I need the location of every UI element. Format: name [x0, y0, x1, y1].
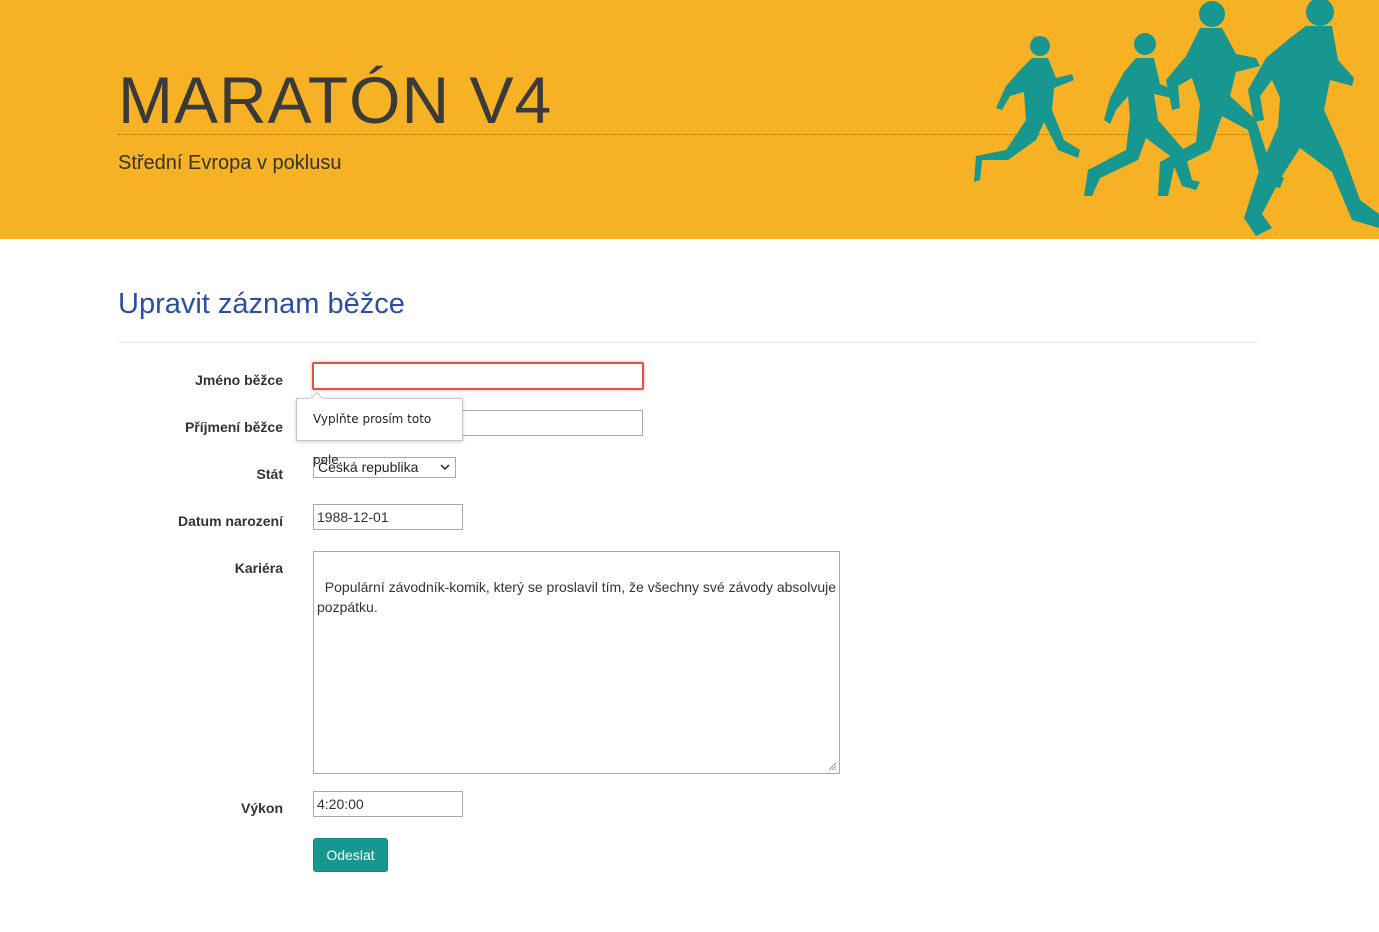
- site-title: MARATÓN V4: [118, 63, 553, 137]
- page-title: Upravit záznam běžce: [118, 288, 405, 320]
- first-name-label: Jméno běžce: [195, 372, 283, 388]
- site-header: MARATÓN V4 Střední Evropa v poklusu: [0, 0, 1379, 239]
- chevron-down-icon: [440, 464, 450, 471]
- resize-handle-icon[interactable]: [828, 762, 837, 771]
- career-text: Populární závodník-komik, který se prosl…: [317, 579, 836, 615]
- country-label: Stát: [256, 466, 283, 482]
- validation-tooltip: Vyplňte prosím toto pole.: [296, 398, 463, 467]
- career-textarea[interactable]: Populární závodník-komik, který se prosl…: [313, 551, 840, 774]
- submit-button[interactable]: Odeslat: [313, 838, 388, 872]
- last-name-label: Příjmení běžce: [184, 419, 283, 435]
- career-label: Kariéra: [234, 560, 283, 576]
- birth-date-input[interactable]: [313, 504, 463, 530]
- running-people-icon: [974, 0, 1379, 236]
- heading-divider: [118, 342, 1258, 343]
- performance-label: Výkon: [240, 800, 283, 816]
- birth-date-label: Datum narození: [177, 513, 283, 529]
- site-subtitle: Střední Evropa v poklusu: [118, 152, 342, 174]
- first-name-input[interactable]: [312, 362, 644, 390]
- performance-input[interactable]: [313, 791, 463, 817]
- tooltip-arrow: [309, 391, 323, 399]
